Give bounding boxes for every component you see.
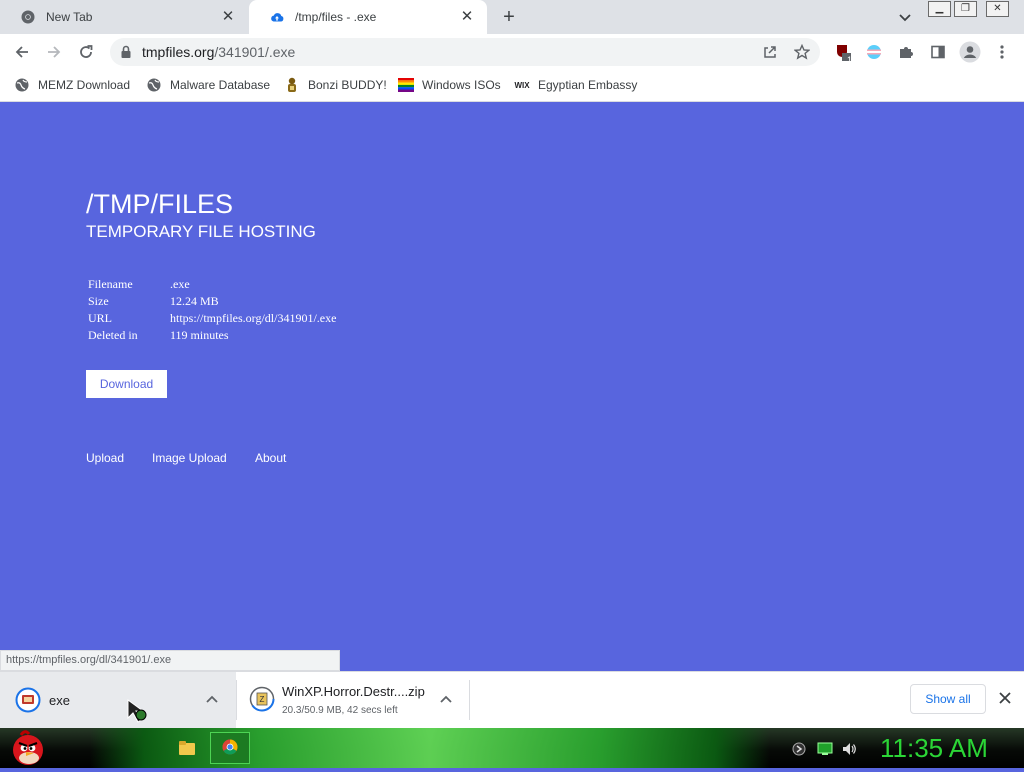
status-bubble: https://tmpfiles.org/dl/341901/.exe — [0, 650, 340, 671]
bookmark-bonzi-buddy[interactable]: Bonzi BUDDY! — [284, 76, 387, 94]
bookmark-egyptian-embassy[interactable]: WIX Egyptian Embassy — [514, 76, 637, 94]
close-tab-icon[interactable]: ✕ — [459, 9, 475, 25]
table-row: Deleted in 119 minutes — [86, 327, 338, 344]
info-key: Filename — [88, 277, 133, 291]
bookmark-label: Windows ISOs — [422, 78, 501, 92]
wix-icon: WIX — [514, 80, 530, 90]
download-filename: exe — [49, 693, 70, 708]
url-path: /341901/.exe — [214, 44, 296, 60]
bookmark-label: Egyptian Embassy — [538, 78, 638, 92]
nav-link-upload[interactable]: Upload — [86, 451, 124, 465]
share-icon[interactable] — [760, 42, 780, 62]
info-value: 119 minutes — [170, 328, 229, 342]
bookmark-windows-isos[interactable]: Windows ISOs — [398, 76, 501, 94]
windows-flag-icon — [398, 77, 414, 93]
close-tab-icon[interactable]: ✕ — [220, 9, 236, 25]
table-row: URL https://tmpfiles.org/dl/341901/.exe — [86, 310, 338, 327]
download-progress-text: 20.3/50.9 MB, 42 secs left — [282, 705, 398, 716]
shelf-divider — [469, 680, 470, 720]
extensions-puzzle-icon[interactable] — [896, 42, 916, 62]
tray-volume-icon[interactable] — [841, 741, 857, 762]
bookmark-label: Bonzi BUDDY! — [308, 78, 387, 92]
close-window-button[interactable]: ✕ — [986, 1, 1009, 17]
tab-search-icon[interactable] — [896, 8, 914, 26]
tray-network-icon[interactable] — [817, 741, 833, 762]
download-button[interactable]: Download — [86, 370, 167, 398]
restore-window-button[interactable]: ❐ — [954, 1, 977, 17]
chevron-up-icon[interactable] — [438, 692, 454, 713]
tab-title: /tmp/files - .exe — [295, 10, 377, 24]
info-value-url[interactable]: https://tmpfiles.org/dl/341901/.exe — [168, 310, 338, 327]
chrome-icon — [222, 739, 238, 760]
file-info-table: Filename .exe Size 12.24 MB URL https://… — [86, 276, 338, 344]
bookmark-star-icon[interactable] — [792, 42, 812, 62]
info-value: .exe — [170, 277, 190, 291]
table-row: Size 12.24 MB — [86, 293, 338, 310]
chrome-icon — [20, 9, 36, 25]
tab-tmpfiles[interactable]: /tmp/files - .exe ✕ — [249, 0, 487, 34]
pride-extension-icon[interactable] — [864, 42, 884, 62]
forward-icon[interactable] — [44, 42, 64, 62]
bookmark-label: Malware Database — [170, 78, 271, 92]
url-text[interactable]: tmpfiles.org/341901/.exe — [142, 44, 295, 60]
angry-bird-start-icon[interactable] — [9, 729, 47, 772]
url-host: tmpfiles.org — [142, 44, 215, 60]
bonzi-icon — [284, 77, 300, 93]
profile-avatar-icon[interactable] — [958, 40, 982, 64]
page-title: /TMP/FILES — [86, 189, 234, 219]
shelf-divider — [236, 680, 237, 720]
page-subtitle: TEMPORARY FILE HOSTING — [86, 222, 316, 241]
minimize-window-button[interactable]: ▁ — [928, 1, 951, 17]
lock-icon[interactable] — [120, 45, 132, 64]
close-shelf-icon[interactable] — [998, 691, 1012, 710]
table-row: Filename .exe — [86, 276, 338, 293]
tray-usb-icon[interactable] — [792, 741, 806, 762]
info-key: Size — [88, 294, 109, 308]
info-value: 12.24 MB — [170, 294, 219, 308]
globe-icon — [14, 77, 30, 93]
tab-title: New Tab — [46, 10, 93, 24]
file-explorer-icon[interactable] — [178, 740, 196, 761]
chevron-up-icon[interactable] — [204, 692, 220, 713]
exe-file-icon — [15, 687, 41, 718]
new-tab-button[interactable]: + — [498, 6, 520, 28]
bookmark-label: MEMZ Download — [38, 78, 131, 92]
nav-link-about[interactable]: About — [255, 451, 286, 465]
zip-file-icon: Z — [249, 686, 275, 717]
bookmark-malware-database[interactable]: Malware Database — [146, 76, 270, 94]
globe-icon — [146, 77, 162, 93]
info-key: URL — [88, 311, 112, 325]
side-panel-icon[interactable] — [928, 42, 948, 62]
tab-new-tab[interactable]: New Tab ✕ — [0, 0, 248, 34]
cloud-upload-icon — [269, 9, 285, 25]
taskbar-clock[interactable]: 11:35 AM — [880, 733, 988, 764]
download-filename: WinXP.Horror.Destr....zip — [282, 684, 425, 699]
nav-link-image-upload[interactable]: Image Upload — [152, 451, 227, 465]
extension-badge: 1 — [846, 55, 852, 65]
menu-kebab-icon[interactable] — [992, 42, 1012, 62]
bookmark-memz-download[interactable]: MEMZ Download — [14, 76, 130, 94]
info-key: Deleted in — [88, 328, 138, 342]
back-icon[interactable] — [12, 42, 32, 62]
reload-icon[interactable] — [76, 42, 96, 62]
mouse-cursor-icon — [126, 698, 156, 729]
show-all-downloads-button[interactable]: Show all — [910, 684, 986, 714]
svg-text:Z: Z — [260, 695, 265, 704]
